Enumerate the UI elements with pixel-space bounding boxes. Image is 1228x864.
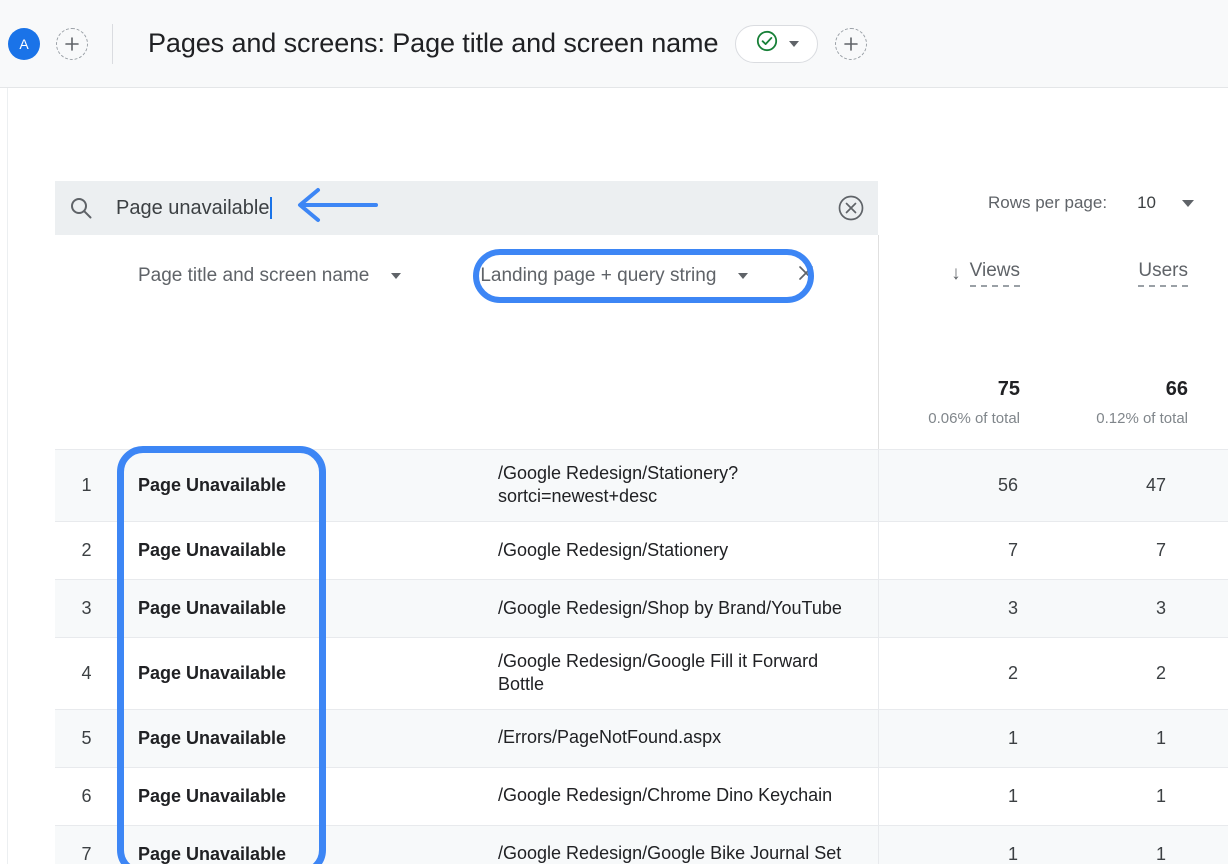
clear-search-button[interactable] — [836, 193, 866, 223]
app-header-bar: A Pages and screens: Page title and scre… — [0, 0, 1228, 88]
row-index: 4 — [81, 662, 92, 683]
cell-users: 7 — [1155, 539, 1166, 560]
cell-landing-page[interactable]: /Errors/PageNotFound.aspx — [498, 710, 878, 767]
table-row[interactable]: 7 Page Unavailable/Google Redesign/Google… — [55, 824, 1228, 864]
cell-users: 2 — [1155, 662, 1166, 683]
header-divider — [112, 23, 113, 64]
cell-views: 1 — [1007, 785, 1018, 806]
rows-per-page-control[interactable]: Rows per page: 10 — [988, 193, 1194, 213]
totals-views: 75 0.06% of total — [880, 378, 1020, 427]
cell-landing-page[interactable]: /Google Redesign/Google Fill it Forward … — [498, 638, 878, 709]
cell-views: 2 — [1007, 662, 1018, 683]
search-bar[interactable]: Page unavailable — [55, 181, 878, 235]
column-header-views[interactable]: ↓ Views — [880, 258, 1020, 288]
totals-views-value: 75 — [997, 378, 1020, 400]
row-index: 5 — [81, 727, 92, 748]
chevron-down-icon — [738, 272, 749, 279]
cell-page-title[interactable]: Page Unavailable — [118, 638, 498, 709]
title-group: Pages and screens: Page title and screen… — [148, 24, 868, 63]
left-edge-rule — [7, 88, 8, 864]
secondary-dimension-dropdown[interactable]: Landing page + query string — [480, 264, 749, 287]
cell-views: 1 — [1007, 727, 1018, 748]
data-table: 1 Page Unavailable/Google Redesign/Statio… — [55, 449, 1228, 864]
dimension-metric-divider — [878, 235, 879, 449]
chevron-down-icon[interactable] — [1182, 199, 1194, 207]
secondary-dimension-label: Landing page + query string — [480, 264, 717, 286]
cell-page-title[interactable]: Page Unavailable — [118, 580, 498, 637]
totals-users: 66 0.12% of total — [1040, 378, 1188, 427]
primary-dimension-dropdown[interactable]: Page title and screen name — [138, 264, 402, 287]
table-row[interactable]: 2 Page Unavailable/Google Redesign/Statio… — [55, 520, 1228, 579]
page-title: Pages and screens: Page title and screen… — [148, 28, 719, 58]
table-row[interactable]: 4 Page Unavailable/Google Redesign/Google… — [55, 636, 1228, 709]
cell-page-title[interactable]: Page Unavailable — [118, 710, 498, 767]
screen-root: A Pages and screens: Page title and scre… — [0, 0, 1228, 864]
search-icon — [68, 195, 94, 221]
cell-landing-page[interactable]: /Google Redesign/Stationery?sortci=newes… — [498, 450, 878, 521]
cell-users: 1 — [1155, 843, 1166, 864]
row-index: 7 — [81, 843, 92, 864]
column-header-views-label: Views — [969, 260, 1020, 287]
row-index: 6 — [81, 785, 92, 806]
chevron-down-icon — [788, 40, 799, 47]
cell-views: 3 — [1007, 597, 1018, 618]
row-index: 3 — [81, 597, 92, 618]
rows-per-page-label: Rows per page: — [988, 193, 1108, 212]
add-segment-button[interactable] — [56, 27, 88, 60]
column-header-users-label: Users — [1138, 260, 1188, 287]
plus-icon — [842, 35, 860, 53]
cell-views: 1 — [1007, 843, 1018, 864]
rows-per-page-value[interactable]: 10 — [1137, 193, 1156, 213]
cell-page-title[interactable]: Page Unavailable — [118, 826, 498, 864]
table-row[interactable]: 1 Page Unavailable/Google Redesign/Statio… — [55, 449, 1228, 521]
primary-dimension-label: Page title and screen name — [138, 264, 370, 286]
cell-users: 47 — [1145, 474, 1166, 495]
cell-users: 1 — [1155, 727, 1166, 748]
totals-users-value: 66 — [1165, 378, 1188, 400]
totals-users-subtext: 0.12% of total — [1096, 410, 1188, 427]
table-row[interactable]: 3 Page Unavailable/Google Redesign/Shop b… — [55, 578, 1228, 637]
search-input[interactable]: Page unavailable — [116, 197, 269, 220]
cell-page-title[interactable]: Page Unavailable — [118, 450, 498, 521]
cell-landing-page[interactable]: /Google Redesign/Google Bike Journal Set — [498, 826, 878, 864]
check-circle-icon — [755, 29, 779, 58]
cell-landing-page[interactable]: /Google Redesign/Chrome Dino Keychain — [498, 768, 878, 825]
status-badge[interactable] — [735, 24, 819, 63]
dimension-selector-row: Page title and screen name Landing page … — [55, 249, 878, 302]
avatar[interactable]: A — [8, 27, 40, 60]
row-index: 1 — [81, 474, 92, 495]
table-row[interactable]: 6 Page Unavailable/Google Redesign/Chrome… — [55, 766, 1228, 825]
column-header-users[interactable]: Users — [1040, 258, 1188, 288]
chevron-down-icon — [391, 272, 402, 279]
table-column-divider — [878, 449, 879, 864]
close-icon — [795, 262, 817, 289]
text-cursor — [270, 197, 273, 219]
cell-landing-page[interactable]: /Google Redesign/Shop by Brand/YouTube — [498, 580, 878, 637]
cell-views: 7 — [1007, 539, 1018, 560]
sort-descending-icon: ↓ — [951, 262, 961, 284]
totals-views-subtext: 0.06% of total — [928, 410, 1020, 427]
plus-icon — [63, 35, 81, 53]
cell-views: 56 — [997, 474, 1018, 495]
cell-users: 3 — [1155, 597, 1166, 618]
row-index: 2 — [81, 539, 92, 560]
cell-users: 1 — [1155, 785, 1166, 806]
cell-page-title[interactable]: Page Unavailable — [118, 522, 498, 579]
add-comparison-button[interactable] — [835, 27, 868, 60]
avatar-letter: A — [19, 35, 29, 52]
cell-page-title[interactable]: Page Unavailable — [118, 768, 498, 825]
cell-landing-page[interactable]: /Google Redesign/Stationery — [498, 522, 878, 579]
remove-secondary-dimension-button[interactable] — [795, 262, 817, 289]
search-input-value-wrap[interactable]: Page unavailable — [116, 197, 273, 220]
table-row[interactable]: 5 Page Unavailable/Errors/PageNotFound.as… — [55, 708, 1228, 767]
